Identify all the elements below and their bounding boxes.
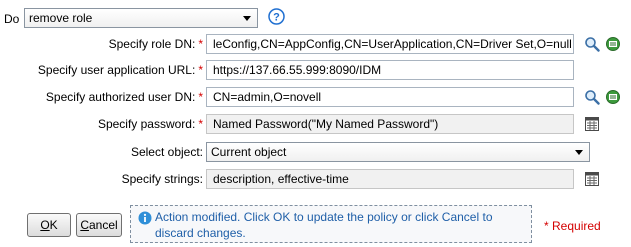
password-label: Specify password: * <box>97 117 203 131</box>
ok-label: K <box>49 218 58 232</box>
password-field[interactable]: Named Password("My Named Password") <box>206 114 574 134</box>
chevron-down-icon <box>243 16 251 21</box>
status-message-line2: discard changes. <box>155 226 246 240</box>
action-select[interactable]: remove role <box>24 8 258 28</box>
cancel-label: ancel <box>88 218 118 232</box>
editor-icon[interactable] <box>584 171 600 187</box>
required-marker: * <box>198 117 203 131</box>
browse-tree-icon[interactable] <box>605 89 621 105</box>
user-app-url-label: Specify user application URL: * <box>37 63 203 77</box>
browse-tree-icon[interactable] <box>605 36 621 52</box>
svg-text:?: ? <box>273 12 280 24</box>
auth-user-dn-label: Specify authorized user DN: * <box>45 90 203 104</box>
role-dn-field[interactable]: leConfig,CN=AppConfig,CN=UserApplication… <box>206 34 574 54</box>
object-select-value: Current object <box>211 145 287 159</box>
info-icon <box>138 211 152 225</box>
required-marker: * <box>198 37 203 51</box>
object-select[interactable]: Current object <box>206 142 590 162</box>
action-select-value: remove role <box>29 11 93 25</box>
editor-icon[interactable] <box>584 116 600 132</box>
cancel-button[interactable]: Cancel <box>76 213 122 237</box>
select-object-label: Select object: <box>130 145 203 159</box>
ok-button[interactable]: OK <box>27 213 71 237</box>
search-icon[interactable] <box>584 36 600 52</box>
auth-user-dn-field[interactable]: CN=admin,O=novell <box>206 87 574 107</box>
strings-field[interactable]: description, effective-time <box>206 169 574 189</box>
cancel-accelerator: C <box>80 218 89 232</box>
help-icon[interactable]: ? <box>268 8 285 25</box>
required-note: * Required <box>544 219 601 233</box>
ok-accelerator: O <box>40 218 50 232</box>
required-marker: * <box>198 63 203 77</box>
status-message-box: Action modified. Click OK to update the … <box>130 205 532 243</box>
chevron-down-icon <box>575 150 583 155</box>
required-marker: * <box>198 90 203 104</box>
strings-label: Specify strings: <box>121 172 203 186</box>
status-message-line1: Action modified. Click OK to update the … <box>155 210 493 224</box>
role-dn-label: Specify role DN: * <box>108 37 203 51</box>
user-app-url-field[interactable]: https://137.66.55.999:8090/IDM <box>206 60 574 80</box>
search-icon[interactable] <box>584 89 600 105</box>
do-label: Do <box>4 12 20 26</box>
